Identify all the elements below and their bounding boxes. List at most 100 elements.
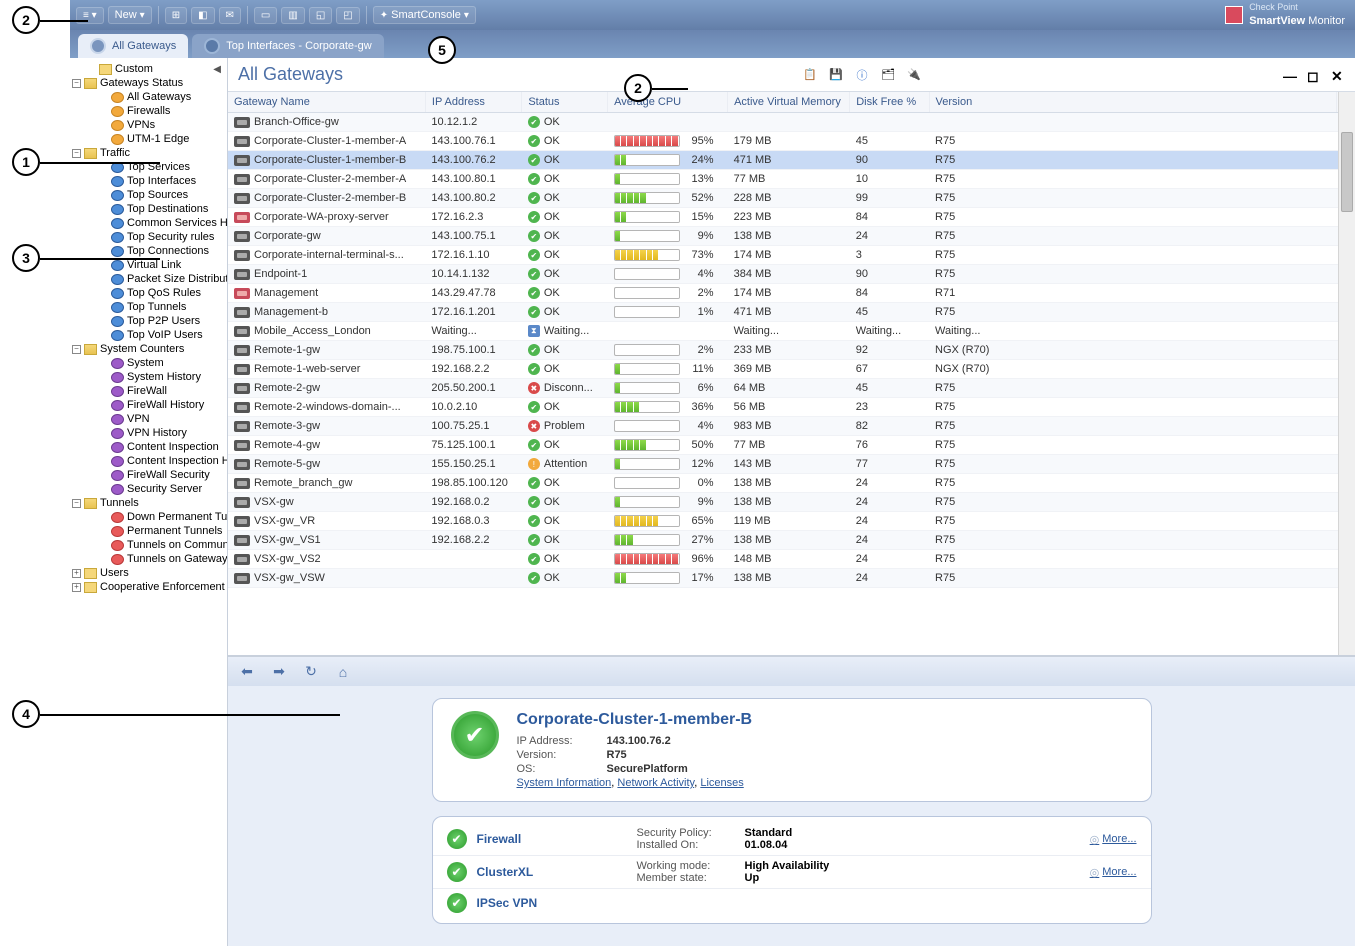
- tree-toggle[interactable]: −: [72, 499, 81, 508]
- tree-node[interactable]: Common Services History: [72, 216, 225, 230]
- tree-node[interactable]: UTM-1 Edge: [72, 132, 225, 146]
- tree-node[interactable]: Packet Size Distribution: [72, 272, 225, 286]
- nav-refresh-button[interactable]: ↻: [302, 663, 320, 681]
- network-activity-link[interactable]: Network Activity: [617, 777, 694, 789]
- tree-node[interactable]: VPN History: [72, 426, 225, 440]
- table-row[interactable]: Corporate-Cluster-2-member-B143.100.80.2…: [228, 189, 1355, 208]
- disconnect-icon[interactable]: 🔌: [905, 66, 923, 84]
- tree-toggle[interactable]: −: [72, 79, 81, 88]
- tree-toggle[interactable]: −: [72, 345, 81, 354]
- tree-node[interactable]: −Traffic: [72, 146, 225, 160]
- scroll-thumb[interactable]: [1341, 132, 1353, 212]
- table-row[interactable]: Corporate-Cluster-2-member-A143.100.80.1…: [228, 170, 1355, 189]
- table-row[interactable]: Corporate-WA-proxy-server172.16.2.3✔OK15…: [228, 208, 1355, 227]
- tree-node[interactable]: System: [72, 356, 225, 370]
- table-row[interactable]: Remote-5-gw155.150.25.1!Attention12%143 …: [228, 455, 1355, 474]
- table-row[interactable]: VSX-gw_VS2✔OK96%148 MB24R75: [228, 550, 1355, 569]
- column-header[interactable]: IP Address: [425, 92, 521, 113]
- column-header[interactable]: Version: [929, 92, 1336, 113]
- table-row[interactable]: Remote-1-gw198.75.100.1✔OK2%233 MB92NGX …: [228, 341, 1355, 360]
- legend-icon[interactable]: 🗂: [879, 66, 897, 84]
- service-more-link[interactable]: More...: [1090, 866, 1137, 879]
- system-info-link[interactable]: System Information: [517, 777, 612, 789]
- table-row[interactable]: Corporate-Cluster-1-member-A143.100.76.1…: [228, 132, 1355, 151]
- tree-node[interactable]: Top Connections: [72, 244, 225, 258]
- table-row[interactable]: Remote-1-web-server192.168.2.2✔OK11%369 …: [228, 360, 1355, 379]
- tree-node[interactable]: Tunnels on Gateway: [72, 552, 225, 566]
- tree-node[interactable]: Firewalls: [72, 104, 225, 118]
- column-header[interactable]: Status: [522, 92, 608, 113]
- collapse-sidebar-button[interactable]: ◀: [213, 64, 221, 75]
- tree-toggle[interactable]: −: [72, 149, 81, 158]
- tree-node[interactable]: −Gateways Status: [72, 76, 225, 90]
- tree-node[interactable]: Top P2P Users: [72, 314, 225, 328]
- tree-node[interactable]: VPN: [72, 412, 225, 426]
- table-row[interactable]: Remote-2-windows-domain-...10.0.2.10✔OK3…: [228, 398, 1355, 417]
- table-row[interactable]: Corporate-internal-terminal-s...172.16.1…: [228, 246, 1355, 265]
- tree-node[interactable]: Top Destinations: [72, 202, 225, 216]
- tree-node[interactable]: Permanent Tunnels: [72, 524, 225, 538]
- tree-node[interactable]: +Cooperative Enforcement: [72, 580, 225, 594]
- tree-node[interactable]: Top Interfaces: [72, 174, 225, 188]
- tree-node[interactable]: Top Tunnels: [72, 300, 225, 314]
- table-row[interactable]: Corporate-Cluster-1-member-B143.100.76.2…: [228, 151, 1355, 170]
- tree-toggle[interactable]: +: [72, 583, 81, 592]
- tree-node[interactable]: All Gateways: [72, 90, 225, 104]
- toolbar-icon[interactable]: ◱: [309, 7, 332, 24]
- smartconsole-dropdown[interactable]: ✦ SmartConsole ▾: [373, 6, 476, 24]
- properties-icon[interactable]: 📋: [801, 66, 819, 84]
- tree-node[interactable]: VPNs: [72, 118, 225, 132]
- table-row[interactable]: Remote-3-gw100.75.25.1✖Problem4%983 MB82…: [228, 417, 1355, 436]
- tab-all-gateways[interactable]: All Gateways: [78, 34, 188, 58]
- licenses-link[interactable]: Licenses: [700, 777, 743, 789]
- vertical-scrollbar[interactable]: [1338, 92, 1355, 655]
- tree-node[interactable]: FireWall History: [72, 398, 225, 412]
- table-row[interactable]: VSX-gw192.168.0.2✔OK9%138 MB24R75: [228, 493, 1355, 512]
- toolbar-icon[interactable]: ⊞: [165, 7, 187, 24]
- tree-node[interactable]: Custom: [72, 62, 225, 76]
- table-row[interactable]: Management143.29.47.78✔OK2%174 MB84R71: [228, 284, 1355, 303]
- table-row[interactable]: Remote_branch_gw198.85.100.120✔OK0%138 M…: [228, 474, 1355, 493]
- table-row[interactable]: VSX-gw_VR192.168.0.3✔OK65%119 MB24R75: [228, 512, 1355, 531]
- tree-toggle[interactable]: +: [72, 569, 81, 578]
- table-row[interactable]: VSX-gw_VSW✔OK17%138 MB24R75: [228, 569, 1355, 588]
- tree-node[interactable]: System History: [72, 370, 225, 384]
- toolbar-icon[interactable]: ◰: [336, 7, 359, 24]
- tree-node[interactable]: Content Inspection Histo: [72, 454, 225, 468]
- tree-node[interactable]: Top VoIP Users: [72, 328, 225, 342]
- tree-node[interactable]: −System Counters: [72, 342, 225, 356]
- table-row[interactable]: Corporate-gw143.100.75.1✔OK9%138 MB24R75: [228, 227, 1355, 246]
- tree-node[interactable]: Down Permanent Tunnels: [72, 510, 225, 524]
- tree-node[interactable]: Top Sources: [72, 188, 225, 202]
- tree-node[interactable]: Top Security rules: [72, 230, 225, 244]
- table-row[interactable]: Branch-Office-gw10.12.1.2✔OK: [228, 113, 1355, 132]
- toolbar-icon[interactable]: ✉: [219, 7, 241, 24]
- service-more-link[interactable]: More...: [1090, 833, 1137, 846]
- toolbar-icon[interactable]: ▭: [254, 7, 277, 24]
- tree-node[interactable]: FireWall Security: [72, 468, 225, 482]
- tree-node[interactable]: Top QoS Rules: [72, 286, 225, 300]
- close-button[interactable]: ✕: [1331, 68, 1345, 82]
- table-row[interactable]: Remote-4-gw75.125.100.1✔OK50%77 MB76R75: [228, 436, 1355, 455]
- toolbar-icon[interactable]: ▥: [281, 7, 304, 24]
- save-icon[interactable]: 💾: [827, 66, 845, 84]
- tree-node[interactable]: FireWall: [72, 384, 225, 398]
- nav-forward-button[interactable]: ➡: [270, 663, 288, 681]
- nav-home-button[interactable]: ⌂: [334, 663, 352, 681]
- tab-top-interfaces[interactable]: Top Interfaces - Corporate-gw: [192, 34, 384, 58]
- info-icon[interactable]: ⓘ: [853, 66, 871, 84]
- maximize-button[interactable]: ◻: [1307, 68, 1321, 82]
- table-row[interactable]: Management-b172.16.1.201✔OK1%471 MB45R75: [228, 303, 1355, 322]
- tree-node[interactable]: Virtual Link: [72, 258, 225, 272]
- table-row[interactable]: Endpoint-110.14.1.132✔OK4%384 MB90R75: [228, 265, 1355, 284]
- tree-node[interactable]: +Users: [72, 566, 225, 580]
- table-row[interactable]: Remote-2-gw205.50.200.1✖Disconn...6%64 M…: [228, 379, 1355, 398]
- minimize-button[interactable]: —: [1283, 68, 1297, 82]
- tree-node[interactable]: Tunnels on Community: [72, 538, 225, 552]
- nav-back-button[interactable]: ⬅: [238, 663, 256, 681]
- tree-node[interactable]: Content Inspection: [72, 440, 225, 454]
- column-header[interactable]: Gateway Name: [228, 92, 425, 113]
- table-row[interactable]: Mobile_Access_LondonWaiting...⧗Waiting..…: [228, 322, 1355, 341]
- toolbar-icon[interactable]: ◧: [191, 7, 214, 24]
- table-row[interactable]: VSX-gw_VS1192.168.2.2✔OK27%138 MB24R75: [228, 531, 1355, 550]
